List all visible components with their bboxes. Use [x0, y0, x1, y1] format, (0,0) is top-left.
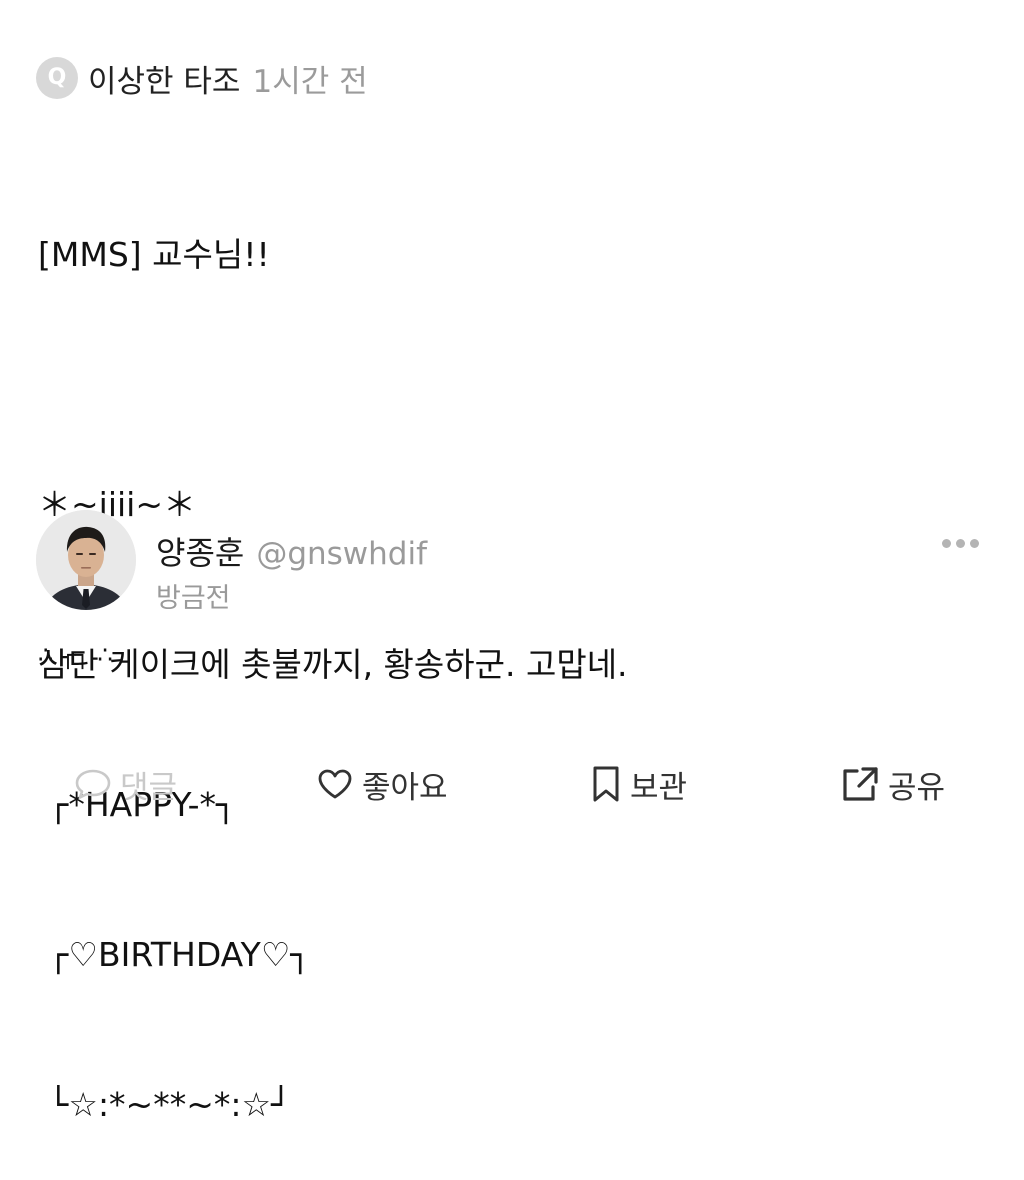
- question-time: 1시간 전: [252, 63, 368, 100]
- question-header: Q 이상한 타조 1시간 전: [36, 56, 368, 100]
- author-handle[interactable]: @gnswhdif: [256, 536, 427, 572]
- action-bar: 댓글 좋아요 보관 공유: [0, 758, 1024, 810]
- avatar[interactable]: [36, 510, 136, 610]
- share-button[interactable]: 공유: [840, 758, 945, 810]
- question-line: ┌♡BIRTHDAY♡┐: [38, 935, 311, 974]
- answer-time: 방금전: [156, 583, 231, 614]
- heart-icon: [318, 769, 352, 799]
- answer-text: 삼단 케이크에 촛불까지, 황송하군. 고맙네.: [38, 645, 628, 684]
- share-icon: [843, 767, 878, 801]
- asker-name[interactable]: 이상한 타조: [88, 56, 240, 101]
- like-button[interactable]: 좋아요: [316, 758, 448, 810]
- bookmark-icon: [593, 766, 619, 802]
- comment-label: 댓글: [120, 769, 178, 806]
- question-badge-letter: Q: [47, 65, 67, 90]
- avatar-portrait-icon: [36, 510, 136, 610]
- more-dot: [941, 538, 951, 548]
- answer-header: 양종훈 @gnswhdif 방금전: [36, 510, 986, 614]
- question-badge-icon: Q: [36, 57, 78, 99]
- question-line: └☆:*~**~*:☆┘: [38, 1085, 291, 1124]
- comment-button[interactable]: 댓글: [74, 758, 177, 810]
- share-label: 공유: [888, 769, 946, 806]
- save-button[interactable]: 보관: [590, 758, 687, 810]
- question-line: [MMS] 교수님!!: [38, 235, 270, 274]
- more-dot: [955, 538, 965, 548]
- more-dot: [969, 538, 979, 548]
- comment-icon: [75, 769, 111, 799]
- author-line: 양종훈 @gnswhdif: [156, 528, 427, 572]
- like-label: 좋아요: [362, 769, 448, 806]
- save-label: 보관: [630, 769, 688, 806]
- more-options-icon[interactable]: [934, 530, 986, 556]
- author-name[interactable]: 양종훈: [156, 528, 244, 574]
